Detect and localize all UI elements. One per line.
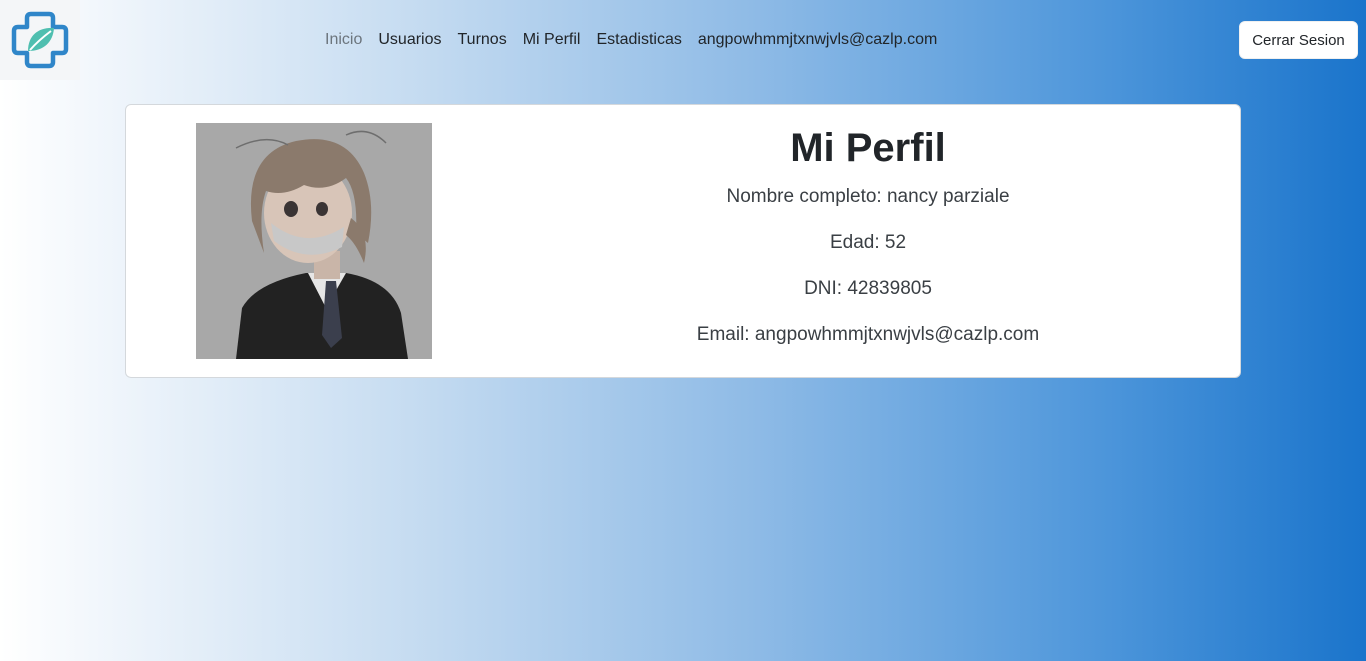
nav-link-estadisticas[interactable]: Estadisticas bbox=[596, 30, 681, 50]
app-logo[interactable] bbox=[0, 0, 80, 80]
profile-card: Mi Perfil Nombre completo: nancy parzial… bbox=[125, 104, 1241, 378]
profile-dni: DNI: 42839805 bbox=[804, 278, 932, 299]
nav-link-turnos[interactable]: Turnos bbox=[458, 30, 507, 50]
avatar-illustration bbox=[196, 123, 432, 359]
profile-title: Mi Perfil bbox=[790, 126, 946, 170]
profile-info: Mi Perfil Nombre completo: nancy parzial… bbox=[618, 105, 1118, 347]
nav-link-usuarios[interactable]: Usuarios bbox=[378, 30, 441, 50]
profile-full-name: Nombre completo: nancy parziale bbox=[726, 186, 1010, 207]
profile-age: Edad: 52 bbox=[829, 232, 907, 253]
logout-button[interactable]: Cerrar Sesion bbox=[1239, 21, 1358, 59]
nav-link-user-email[interactable]: angpowhmmjtxnwjvls@cazlp.com bbox=[698, 30, 937, 50]
profile-email: Email: angpowhmmjtxnwjvls@cazlp.com bbox=[696, 324, 1040, 345]
medical-cross-leaf-icon bbox=[11, 11, 69, 69]
nav-link-mi-perfil[interactable]: Mi Perfil bbox=[523, 30, 581, 50]
navbar: Inicio Usuarios Turnos Mi Perfil Estadis… bbox=[0, 0, 1366, 80]
nav-link-inicio[interactable]: Inicio bbox=[325, 30, 362, 50]
profile-avatar bbox=[196, 123, 432, 359]
main-nav: Inicio Usuarios Turnos Mi Perfil Estadis… bbox=[325, 30, 953, 50]
